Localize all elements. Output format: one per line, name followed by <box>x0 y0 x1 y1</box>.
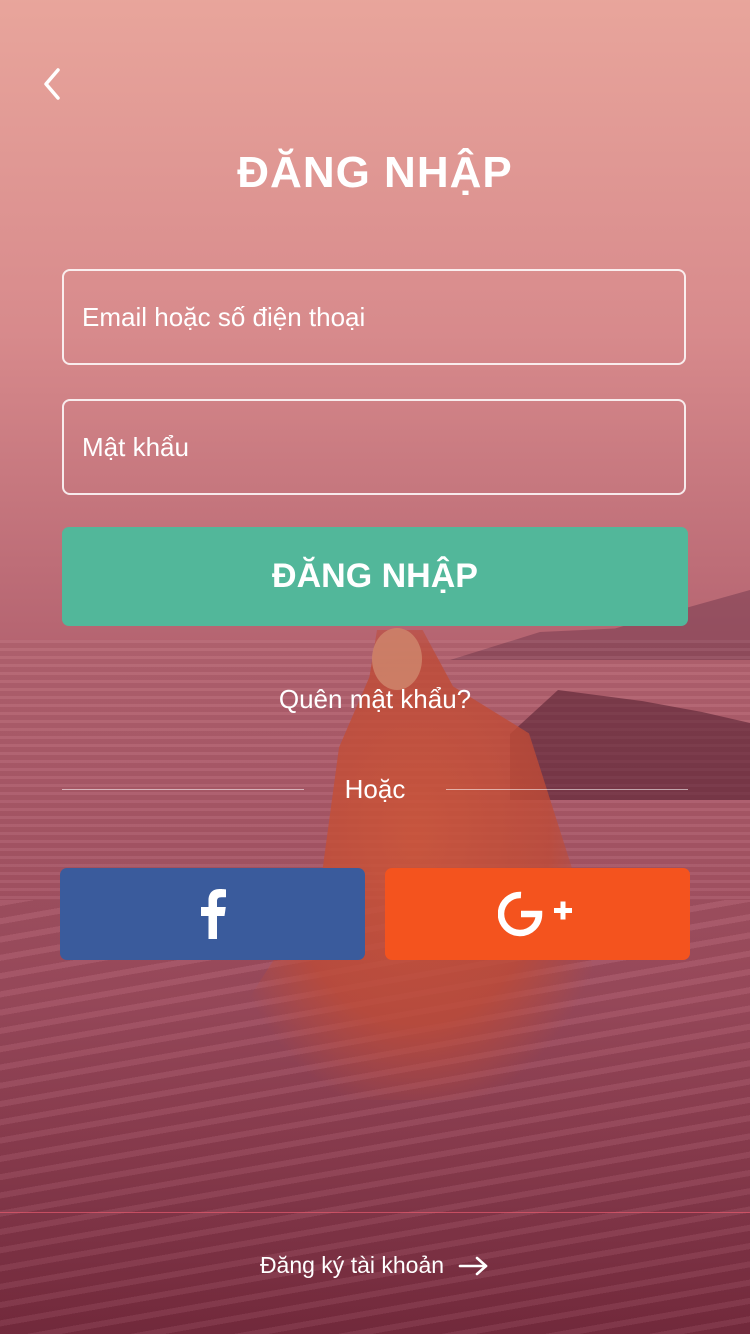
back-button[interactable] <box>28 60 76 108</box>
facebook-icon <box>200 889 226 939</box>
google-plus-login-button[interactable] <box>385 868 690 960</box>
or-label: Hoặc <box>344 774 406 804</box>
divider-line-right <box>446 789 688 790</box>
password-field[interactable] <box>62 399 686 495</box>
email-field[interactable] <box>62 269 686 365</box>
register-link[interactable]: Đăng ký tài khoản <box>0 1252 750 1279</box>
password-input[interactable] <box>64 401 684 493</box>
chevron-left-icon <box>44 68 60 100</box>
forgot-password-link[interactable]: Quên mật khẩu? <box>0 684 750 715</box>
page-title: ĐĂNG NHẬP <box>237 148 513 197</box>
register-label: Đăng ký tài khoản <box>259 1252 445 1278</box>
email-input[interactable] <box>64 271 684 363</box>
divider-line-left <box>62 789 304 790</box>
facebook-login-button[interactable] <box>60 868 365 960</box>
arrow-right-icon <box>458 1256 488 1275</box>
background-monk-head <box>372 628 422 690</box>
google-plus-icon <box>497 891 572 937</box>
login-button[interactable]: ĐĂNG NHẬP <box>62 527 688 626</box>
footer-divider <box>0 1212 750 1213</box>
